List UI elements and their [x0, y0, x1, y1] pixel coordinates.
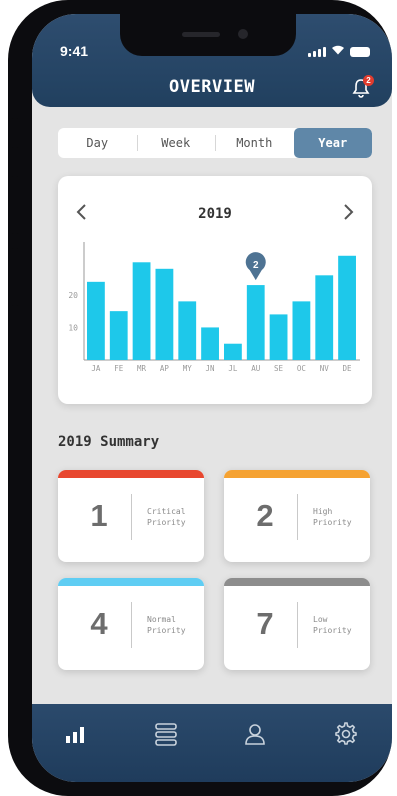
x-tick-label: DE — [343, 364, 353, 373]
notch — [120, 14, 296, 56]
wifi-icon — [331, 44, 345, 57]
chart-card: 2019 10 20 JA FE MR AP MY JN JL AU 2 SE OC NV DE — [58, 176, 372, 404]
card-count: 4 — [90, 606, 108, 641]
card-label-line2: Priority — [147, 626, 186, 635]
bar-oc — [292, 301, 311, 360]
bar-de — [338, 255, 356, 360]
bottom-tab-bar — [32, 704, 392, 782]
card-label-line2: Priority — [313, 626, 352, 635]
speaker — [182, 32, 220, 37]
bar-chart: 10 20 JA FE MR AP MY JN JL AU 2 SE OC NV DE — [68, 242, 360, 373]
card-color-bar — [58, 470, 204, 478]
bar-fe — [109, 311, 128, 360]
notification-badge: 2 — [363, 75, 374, 86]
tab-month[interactable]: Month — [215, 128, 294, 158]
bar-ja — [87, 281, 105, 360]
card-color-bar — [224, 578, 370, 586]
notification-bell-icon[interactable]: 2 — [352, 75, 374, 98]
tab-day[interactable]: Day — [58, 128, 137, 158]
x-tick-label: NV — [320, 364, 330, 373]
mute-switch — [10, 118, 20, 148]
card-label: High Priority — [313, 506, 368, 528]
x-tick-label: MY — [183, 364, 193, 373]
card-label-line1: High — [313, 507, 333, 516]
card-divider — [131, 494, 132, 540]
x-tick-label: FE — [114, 364, 124, 373]
phone-frame: 9:41 OVERVIEW 2 Day Week Month Year 2019… — [8, 0, 392, 796]
x-tick-label: MR — [137, 364, 147, 373]
battery-icon — [350, 47, 370, 57]
volume-down-button — [10, 248, 20, 306]
card-label-line2: Priority — [147, 518, 186, 527]
x-tick-label: JA — [91, 364, 101, 373]
card-label: Normal Priority — [147, 614, 202, 636]
card-label: Low Priority — [313, 614, 368, 636]
status-time: 9:41 — [60, 43, 89, 59]
x-tick-label: AP — [160, 364, 170, 373]
card-color-bar — [58, 578, 204, 586]
normal-priority-card[interactable]: 4 Normal Priority — [58, 578, 204, 670]
card-label: Critical Priority — [147, 506, 202, 528]
card-divider — [131, 602, 132, 648]
screen: 9:41 OVERVIEW 2 Day Week Month Year 2019… — [32, 14, 392, 782]
card-color-bar — [224, 470, 370, 478]
user-icon[interactable] — [242, 721, 268, 747]
bar-marker-label: 2 — [253, 260, 259, 271]
card-divider — [297, 602, 298, 648]
signal-icon — [308, 47, 326, 57]
low-priority-card[interactable]: 7 Low Priority — [224, 578, 370, 670]
list-icon[interactable] — [153, 721, 179, 747]
x-tick-label: JL — [228, 364, 238, 373]
card-divider — [297, 494, 298, 540]
bar-jl — [224, 343, 242, 360]
y-tick-label: 10 — [68, 323, 78, 332]
chevron-right-icon[interactable] — [338, 202, 358, 222]
card-label-line1: Critical — [147, 507, 186, 516]
card-count: 1 — [90, 498, 108, 533]
x-tick-label: AU — [251, 364, 260, 373]
bar-nv — [315, 275, 334, 360]
card-label-line1: Normal — [147, 615, 176, 624]
bar-chart-icon[interactable] — [62, 721, 88, 747]
card-count: 7 — [256, 606, 274, 641]
volume-up-button — [10, 176, 20, 234]
high-priority-card[interactable]: 2 High Priority — [224, 470, 370, 562]
bar-ap — [155, 268, 174, 360]
card-label-line2: Priority — [313, 518, 352, 527]
bar-my — [178, 301, 197, 360]
summary-title: 2019 Summary — [58, 434, 160, 450]
card-label-line1: Low — [313, 615, 328, 624]
critical-priority-card[interactable]: 1 Critical Priority — [58, 470, 204, 562]
front-camera — [238, 29, 248, 39]
bar-jn — [201, 327, 219, 360]
chart-year: 2019 — [198, 206, 232, 222]
x-tick-label: OC — [297, 364, 306, 373]
bar-au — [246, 285, 265, 360]
x-tick-label: SE — [274, 364, 284, 373]
bar-se — [269, 314, 288, 360]
y-tick-label: 20 — [68, 291, 78, 300]
card-count: 2 — [256, 498, 274, 533]
gear-icon[interactable] — [333, 721, 359, 747]
status-icons — [308, 44, 370, 57]
bar-mr — [132, 262, 151, 360]
period-selector: Day Week Month Year — [58, 128, 372, 158]
tab-year[interactable]: Year — [293, 128, 372, 158]
page-title: OVERVIEW — [169, 77, 255, 97]
x-tick-label: JN — [206, 364, 215, 373]
tab-week[interactable]: Week — [136, 128, 216, 158]
